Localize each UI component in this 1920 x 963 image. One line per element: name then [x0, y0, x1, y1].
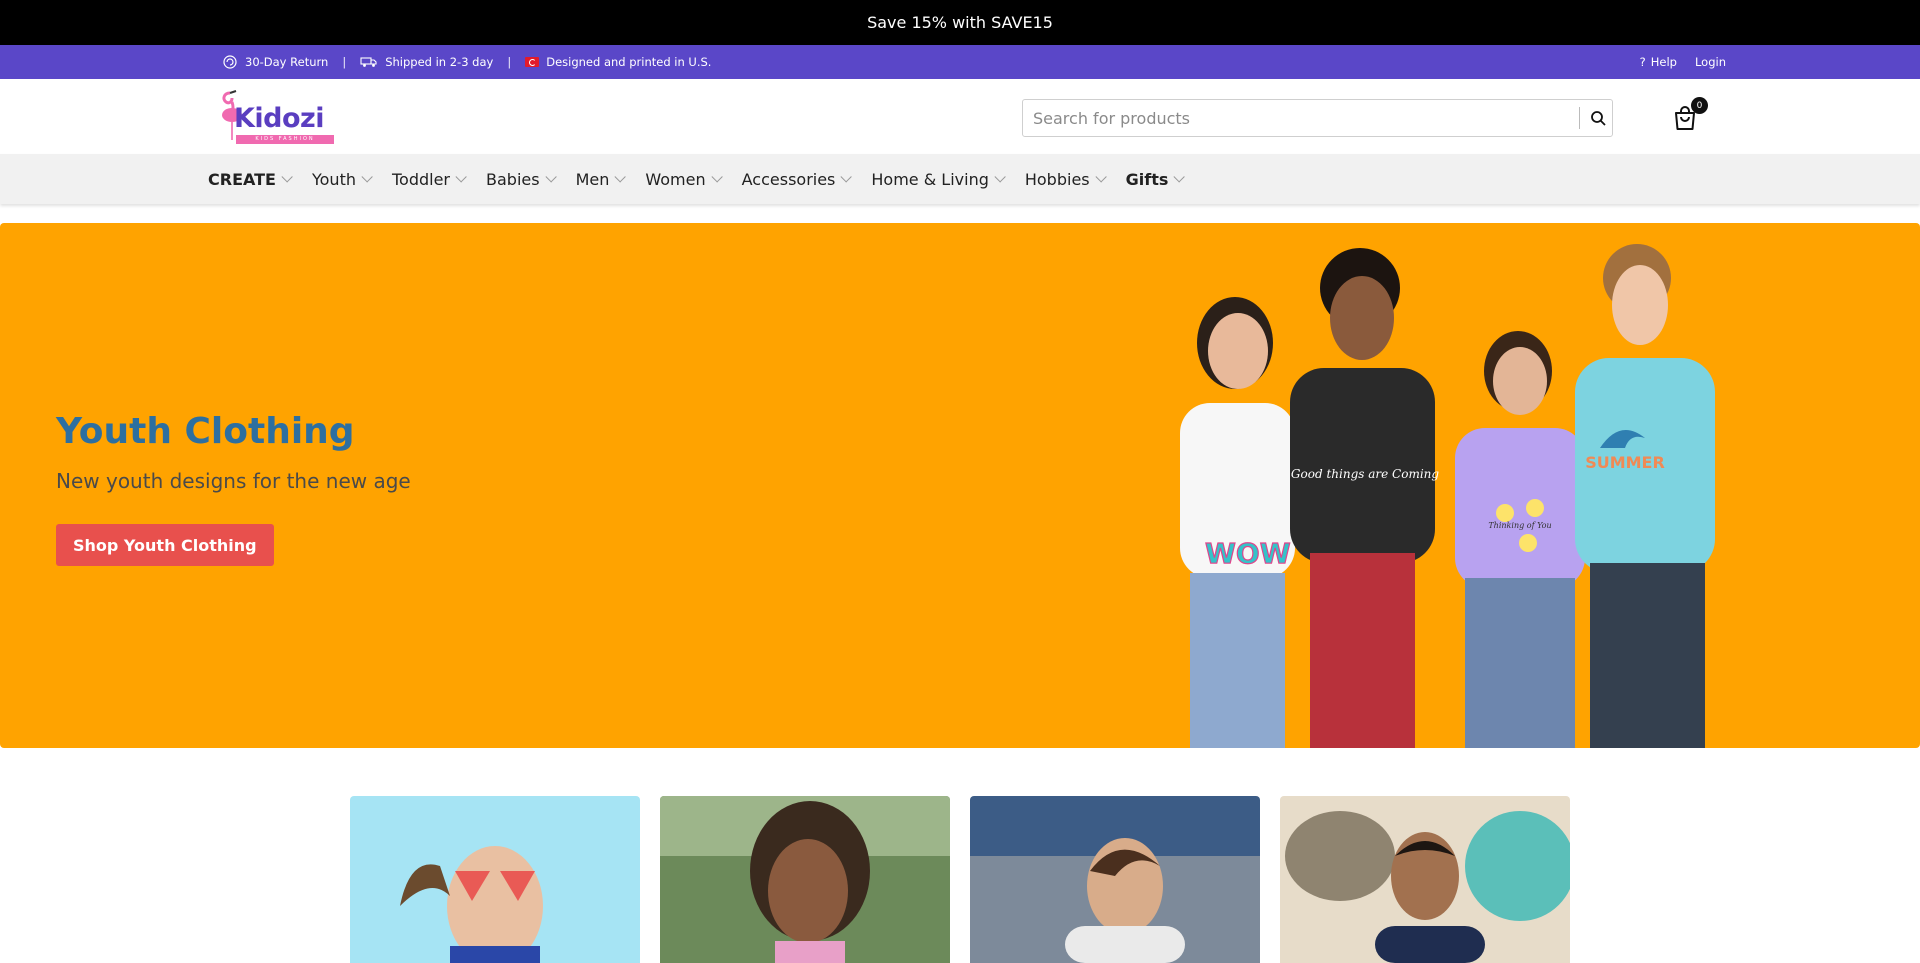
nav-item-accessories[interactable]: Accessories: [741, 169, 853, 189]
help-icon: ?: [1639, 55, 1646, 69]
category-card-4[interactable]: [1280, 796, 1570, 963]
login-link[interactable]: Login: [1695, 55, 1726, 69]
shirt-text-thinking: Thinking of You: [1488, 521, 1551, 530]
chevron-down-icon: [281, 171, 293, 183]
hero-title: Youth Clothing: [56, 411, 355, 452]
chevron-down-icon: [1095, 171, 1107, 183]
nav-item-label: Gifts: [1125, 169, 1169, 189]
hero-subtitle: New youth designs for the new age: [56, 469, 411, 493]
logo[interactable]: Kidozi KIDS FASHION: [216, 87, 340, 149]
category-image-1: [350, 796, 640, 963]
model-1: WOW: [1180, 297, 1295, 748]
category-image-2: [660, 796, 950, 963]
shirt-text-summer: SUMMER: [1585, 453, 1665, 472]
designed-text: Designed and printed in U.S.: [546, 55, 712, 69]
nav-item-label: Babies: [486, 169, 540, 189]
shirt-text-good-things: Good things are Coming: [1291, 467, 1439, 481]
designed-info: Designed and printed in U.S.: [525, 55, 711, 69]
hero-banner: Youth Clothing New youth designs for the…: [0, 223, 1920, 748]
chevron-down-icon: [455, 171, 467, 183]
category-card-3[interactable]: [970, 796, 1260, 963]
return-text: 30-Day Return: [245, 55, 329, 69]
help-link[interactable]: ? Help: [1640, 55, 1677, 69]
chevron-down-icon: [545, 171, 557, 183]
nav-item-label: Hobbies: [1024, 169, 1090, 189]
logo-text: Kidozi: [234, 103, 325, 134]
chevron-down-icon: [614, 171, 627, 183]
nav-item-label: Toddler: [391, 169, 451, 189]
promo-text: Save 15% with SAVE15: [867, 13, 1053, 32]
nav-item-label: Women: [645, 169, 706, 189]
nav-item-label: Accessories: [741, 169, 836, 189]
cart-button[interactable]: 0: [1671, 97, 1708, 135]
return-icon: [223, 55, 237, 69]
help-label: Help: [1650, 55, 1677, 69]
flag-icon: [525, 57, 540, 67]
logo-tagline: KIDS FASHION: [236, 135, 334, 144]
nav-item-home-living[interactable]: Home & Living: [871, 169, 1006, 189]
nav-item-label: CREATE: [208, 169, 276, 189]
nav-item-label: Home & Living: [871, 169, 989, 189]
category-card-2[interactable]: [660, 796, 950, 963]
model-2: Good things are Coming: [1290, 248, 1439, 748]
info-bar: 30-Day Return | Shipped in 2-3 day | Des…: [0, 45, 1920, 79]
search-bar: [1022, 99, 1613, 137]
model-4: SUMMER: [1575, 244, 1715, 748]
shop-youth-clothing-button[interactable]: Shop Youth Clothing: [56, 524, 274, 566]
hero-models-image: WOW Good things are Coming Thinking of Y…: [1180, 244, 1715, 748]
shirt-text-wow: WOW: [1205, 537, 1291, 570]
shipping-info: Shipped in 2-3 day: [360, 55, 493, 69]
nav-item-men[interactable]: Men: [575, 169, 627, 189]
chevron-down-icon: [361, 171, 373, 183]
truck-icon: [360, 57, 377, 67]
search-input[interactable]: [1023, 100, 1575, 136]
search-button[interactable]: [1583, 100, 1613, 136]
site-header: Kidozi KIDS FASHION 0: [0, 79, 1920, 154]
category-card-1[interactable]: [350, 796, 640, 963]
separator: |: [342, 55, 347, 69]
search-divider: [1579, 107, 1580, 129]
nav-item-babies[interactable]: Babies: [486, 169, 557, 189]
nav-item-label: Men: [575, 169, 610, 189]
search-icon: [1591, 111, 1606, 126]
chevron-down-icon: [711, 171, 723, 183]
nav-item-youth[interactable]: Youth: [311, 169, 373, 189]
nav-item-toddler[interactable]: Toddler: [391, 169, 467, 189]
nav-item-create[interactable]: CREATE: [208, 169, 293, 189]
cart-count-badge: 0: [1691, 97, 1708, 114]
chevron-down-icon: [1173, 171, 1186, 183]
main-nav: CREATE Youth Toddler Babies Men Women Ac…: [0, 154, 1920, 204]
model-3: Thinking of You: [1455, 331, 1585, 748]
nav-item-label: Youth: [311, 169, 356, 189]
nav-item-women[interactable]: Women: [645, 169, 723, 189]
shipping-text: Shipped in 2-3 day: [385, 55, 494, 69]
return-info: 30-Day Return: [222, 54, 328, 70]
category-image-3: [970, 796, 1260, 963]
promo-bar: Save 15% with SAVE15: [0, 0, 1920, 45]
chevron-down-icon: [994, 171, 1006, 183]
nav-item-gifts[interactable]: Gifts: [1125, 169, 1186, 189]
nav-item-hobbies[interactable]: Hobbies: [1024, 169, 1107, 189]
chevron-down-icon: [840, 171, 853, 183]
separator: |: [507, 55, 512, 69]
category-image-4: [1280, 796, 1570, 963]
